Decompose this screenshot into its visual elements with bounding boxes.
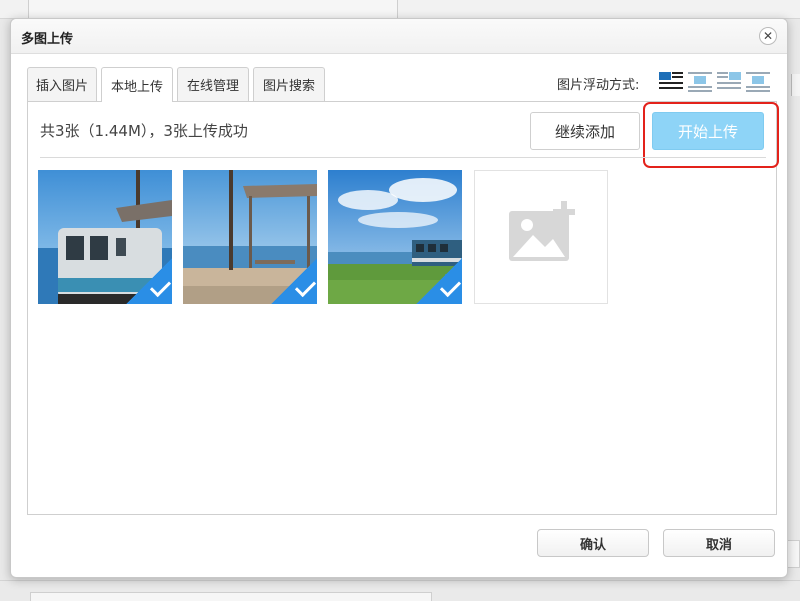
continue-add-button[interactable]: 继续添加 [530,112,640,150]
dialog-title: 多图上传 [21,32,74,47]
divider [40,157,766,158]
background-edge-box [786,540,800,568]
float-none-icon[interactable] [688,70,712,92]
add-image-icon [509,201,575,261]
tab-image-search[interactable]: 图片搜索 [253,67,325,101]
image-thumbnail[interactable] [38,170,172,304]
image-thumbnail[interactable] [328,170,462,304]
float-center-icon[interactable] [746,70,770,92]
image-thumbnail[interactable] [183,170,317,304]
tab-online-manage[interactable]: 在线管理 [177,67,249,101]
float-right-icon[interactable] [717,70,741,92]
close-button[interactable]: ✕ [759,27,777,45]
highlight-annotation [643,102,779,168]
float-left-icon[interactable] [659,70,683,92]
cancel-button[interactable]: 取消 [663,529,775,557]
add-image-tile[interactable] [474,170,608,304]
background-scroll-edge [791,74,800,96]
close-icon: ✕ [762,29,774,43]
upload-status-text: 共3张（1.44M），3张上传成功 [40,122,248,140]
confirm-button[interactable]: 确认 [537,529,649,557]
tab-local-upload[interactable]: 本地上传 [101,67,173,102]
background-editor-frame [28,0,398,19]
dialog-titlebar: 多图上传 ✕ [11,19,787,54]
local-upload-panel: 共3张（1.44M），3张上传成功 继续添加 开始上传 [27,101,779,515]
multi-image-upload-dialog: 多图上传 ✕ 插入图片 本地上传 在线管理 图片搜索 图片浮动方式: 共3张（1… [10,18,788,578]
float-mode-label: 图片浮动方式: [557,78,640,93]
tab-insert-image[interactable]: 插入图片 [27,67,97,101]
